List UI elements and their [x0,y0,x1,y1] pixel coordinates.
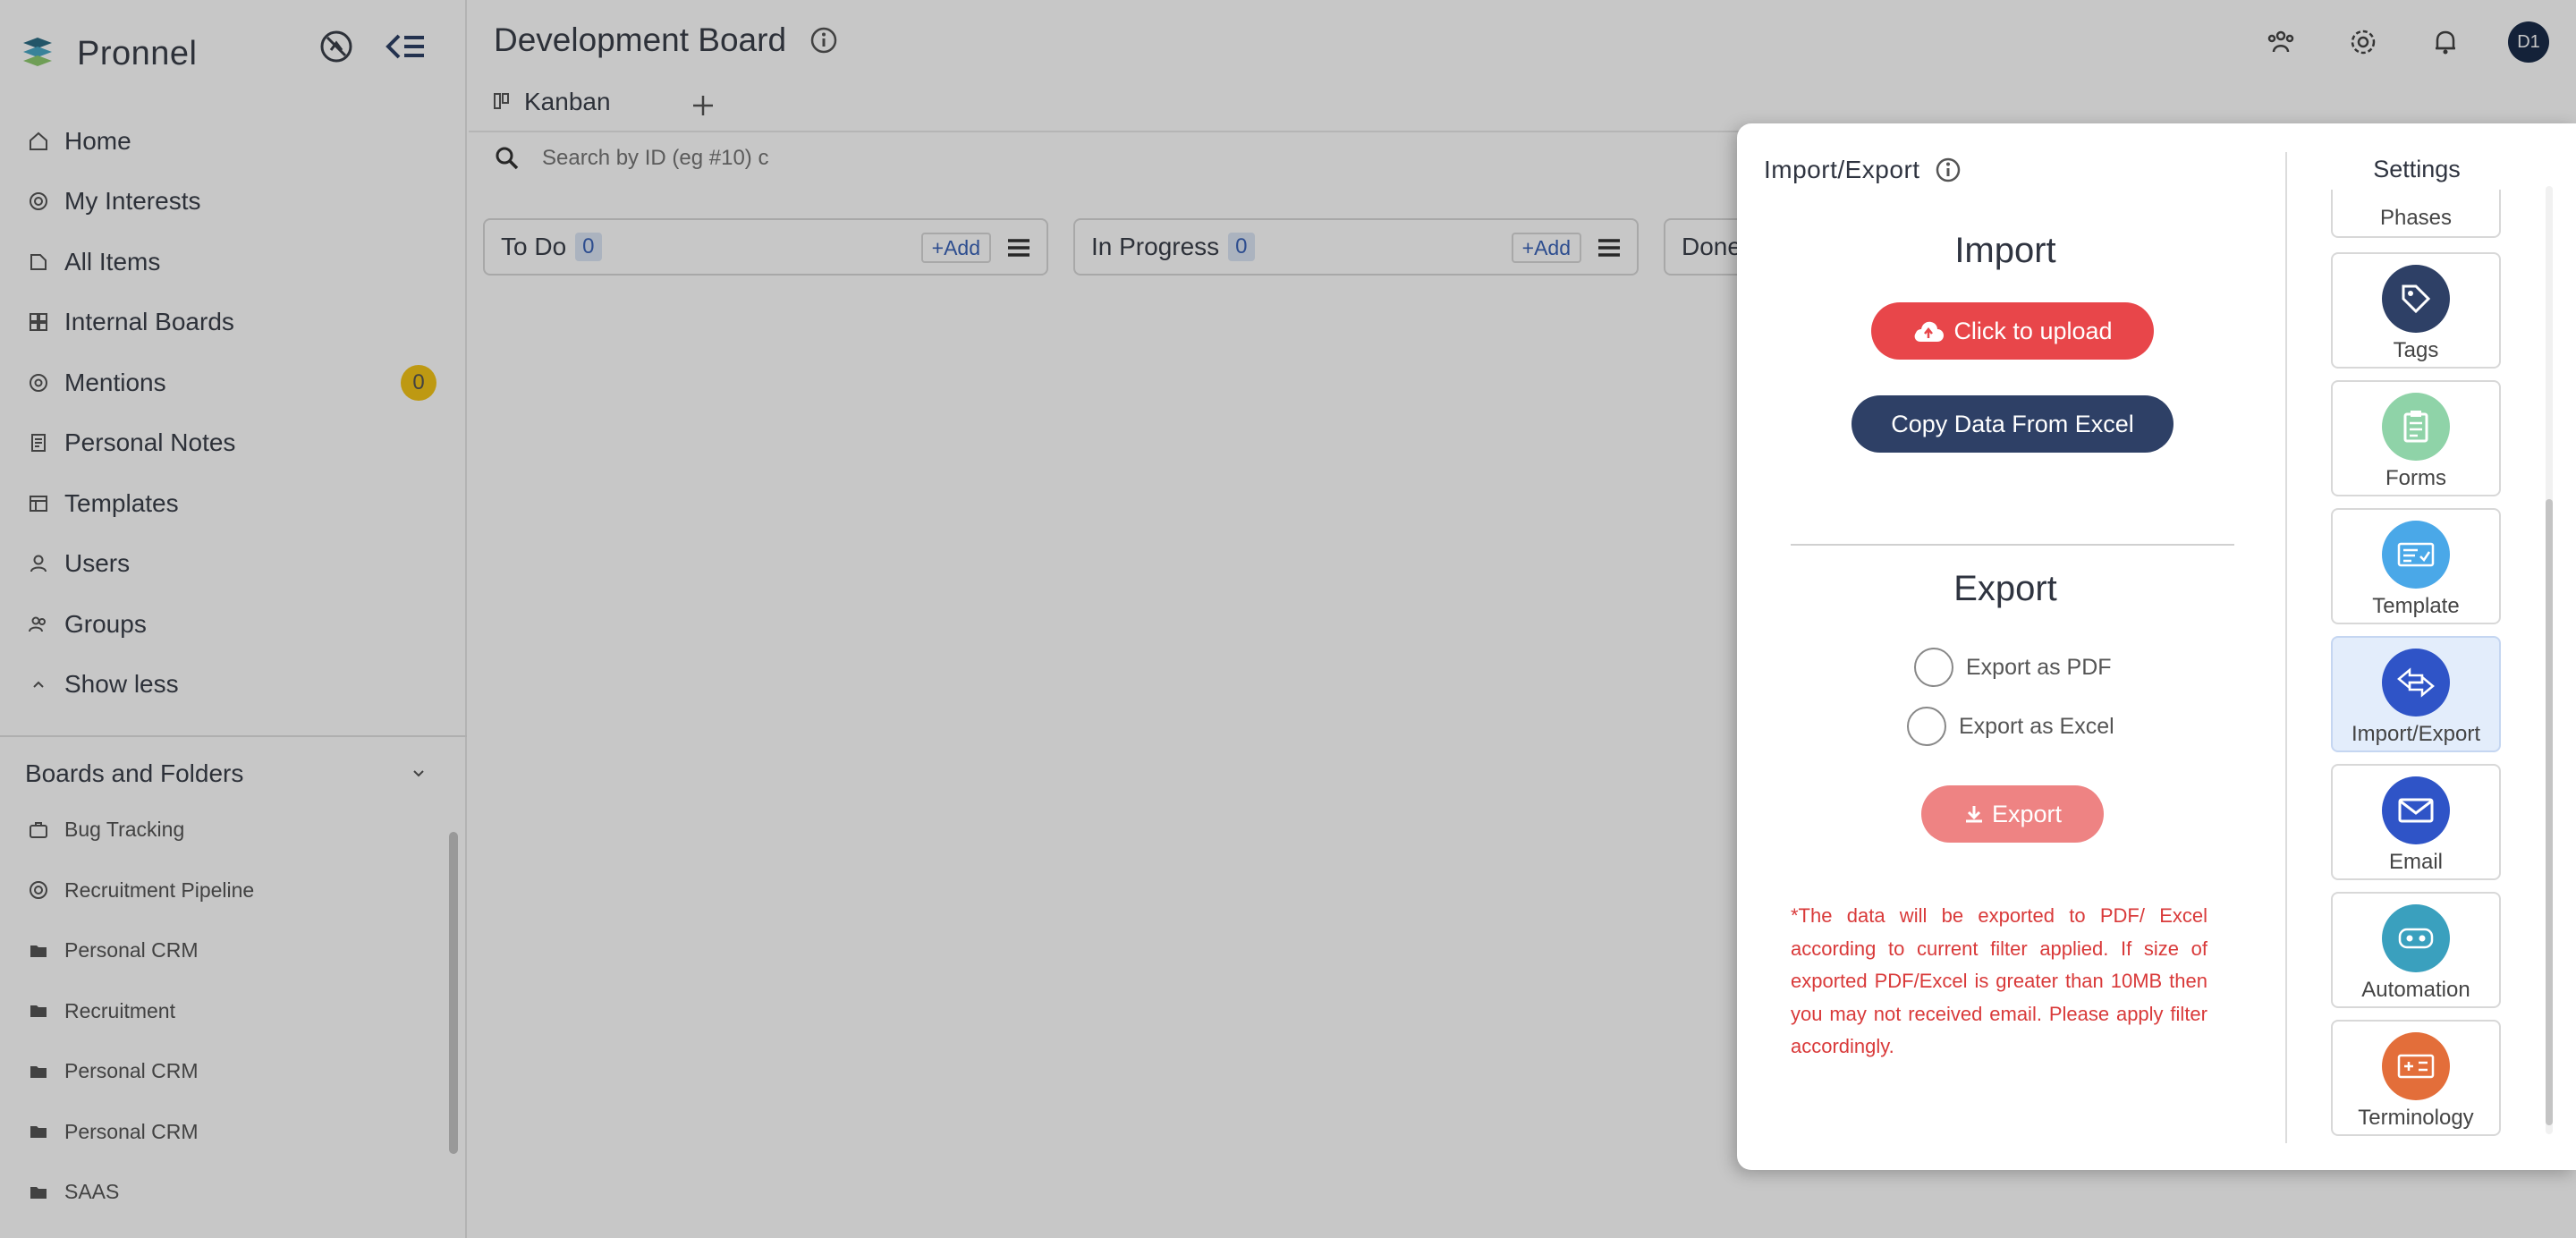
settings-item-label: Email [2388,850,2443,874]
import-export-panel: Import/Export Import Click to upload Cop… [1737,123,2576,1170]
export-note: *The data will be exported to PDF/ Excel… [1791,904,2207,1057]
settings-item-label: Import/Export [2351,722,2481,746]
cloud-upload-icon [1915,321,1945,342]
export-excel-label: Export as Excel [1959,713,2114,739]
envelope-icon [2382,776,2450,844]
export-heading: Export [1953,569,2057,608]
settings-item-phases[interactable]: Phases [2331,190,2501,238]
settings-item-label: Tags [2393,338,2439,362]
settings-item-email[interactable]: Email [2331,764,2501,880]
terminology-icon [2382,1032,2450,1100]
clipboard-icon [2382,393,2450,461]
section-divider [1791,544,2234,546]
settings-heading: Settings [2373,156,2461,182]
radio-excel[interactable] [1907,707,1946,746]
copy-data-from-excel-button[interactable]: Copy Data From Excel [1852,395,2174,453]
settings-item-terminology[interactable]: Terminology [2331,1020,2501,1136]
settings-item-forms[interactable]: Forms [2331,380,2501,496]
settings-list: Phases Tags Forms Template Import/Export [2331,190,2501,1147]
settings-item-import-export[interactable]: Import/Export [2331,636,2501,752]
export-label: Export [1991,800,2063,827]
template-icon [2382,521,2450,589]
automation-icon [2382,904,2450,972]
info-icon[interactable] [1935,157,1962,183]
import-heading: Import [1954,231,2056,270]
settings-item-label: Automation [2361,978,2470,1002]
settings-scrollbar[interactable] [2546,499,2553,1125]
export-as-excel-option[interactable]: Export as Excel [1907,707,2114,746]
panel-title: Import/Export [1764,156,1962,184]
import-export-icon [2382,649,2450,717]
settings-item-tags[interactable]: Tags [2331,252,2501,369]
panel-divider-vertical [2285,152,2287,1143]
copy-excel-label: Copy Data From Excel [1891,410,2134,437]
tag-icon [2382,265,2450,333]
download-icon [1965,806,1982,823]
settings-item-template[interactable]: Template [2331,508,2501,624]
settings-item-label: Template [2372,594,2460,618]
settings-item-label: Forms [2385,466,2446,490]
export-button[interactable]: Export [1921,785,2104,843]
click-to-upload-button[interactable]: Click to upload [1871,302,2154,360]
settings-item-label: Phases [2379,206,2453,230]
upload-label: Click to upload [1953,317,2113,344]
export-pdf-label: Export as PDF [1966,654,2112,680]
settings-item-automation[interactable]: Automation [2331,892,2501,1008]
settings-item-label: Terminology [2358,1106,2474,1130]
panel-title-label: Import/Export [1764,156,1920,183]
radio-pdf[interactable] [1914,648,1953,687]
export-as-pdf-option[interactable]: Export as PDF [1914,648,2112,687]
